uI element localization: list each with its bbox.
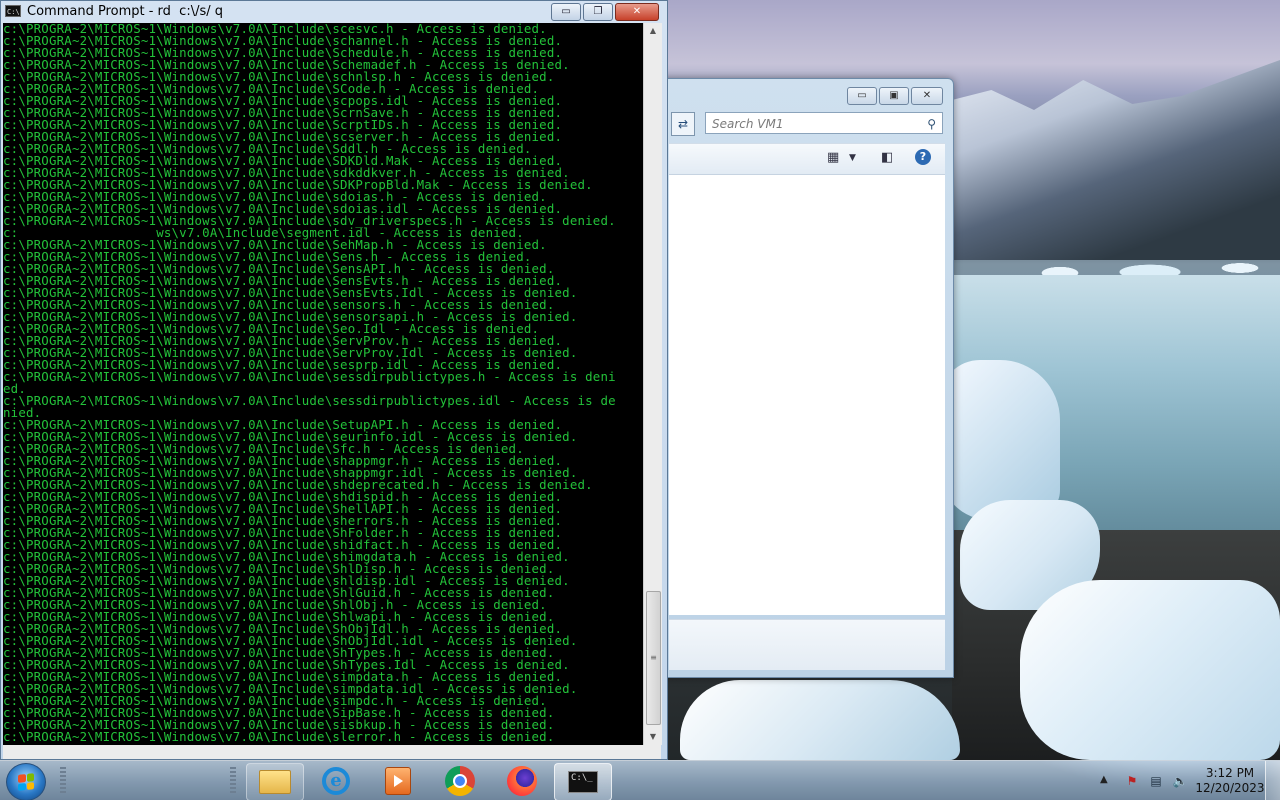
command-prompt-icon: C:\_ (568, 771, 598, 793)
explorer-window-controls: ▭ ▣ ✕ (847, 87, 943, 105)
explorer-minimize-button[interactable]: ▭ (847, 87, 877, 105)
details-pane (669, 619, 945, 670)
console-text: c:\PROGRA~2\MICROS~1\Windows\v7.0A\Inclu… (3, 23, 643, 743)
taskbar-cmd-button[interactable]: C:\_ (554, 763, 612, 800)
scroll-up-icon[interactable]: ▲ (644, 23, 662, 39)
cmd-window-controls: ▭ ❐ ✕ (551, 3, 659, 21)
console-output[interactable]: c:\PROGRA~2\MICROS~1\Windows\v7.0A\Inclu… (3, 23, 643, 745)
windows-logo-icon (18, 773, 34, 791)
scroll-down-icon[interactable]: ▼ (644, 729, 662, 745)
refresh-icon[interactable]: ⇄ (671, 112, 695, 136)
taskbar-chrome-button[interactable] (432, 763, 488, 799)
file-list-area[interactable] (669, 175, 945, 615)
console-line: c:\PROGRA~2\MICROS~1\Windows\v7.0A\Inclu… (3, 393, 616, 408)
search-placeholder: Search VM1 (712, 117, 784, 131)
volume-muted-icon[interactable]: 🔈 (1172, 773, 1188, 789)
taskbar: e C:\_ ▲ ⚑ ▤ 🔈 3:12 PM 12/20/2023 (0, 760, 1280, 800)
search-input[interactable]: Search VM1 ⚲ (705, 112, 943, 134)
internet-explorer-icon: e (322, 767, 350, 795)
cmd-app-icon[interactable]: C:\ (5, 5, 21, 17)
taskbar-explorer-button[interactable] (246, 763, 304, 800)
wallpaper-iceberg (940, 360, 1060, 520)
show-desktop-button[interactable] (1265, 761, 1280, 800)
show-hidden-icons-icon[interactable]: ▲ (1100, 774, 1108, 785)
explorer-window[interactable]: ▭ ▣ ✕ ⇄ Search VM1 ⚲ ▦ ▼ ◧ ? (650, 78, 954, 678)
window-title: Command Prompt - rd c:\/s/ q (27, 4, 223, 19)
command-prompt-window[interactable]: C:\ Command Prompt - rd c:\/s/ q ▭ ❐ ✕ c… (0, 0, 668, 760)
scroll-thumb[interactable]: ≡ (646, 591, 661, 725)
chevron-down-icon[interactable]: ▼ (849, 153, 856, 163)
preview-pane-icon[interactable]: ◧ (881, 150, 893, 165)
explorer-close-button[interactable]: ✕ (911, 87, 943, 105)
folder-icon (259, 770, 291, 794)
taskbar-grip[interactable] (60, 767, 66, 795)
help-icon[interactable]: ? (915, 149, 931, 165)
explorer-toolbar: ▦ ▼ ◧ ? (669, 143, 945, 175)
view-options-icon[interactable]: ▦ (827, 150, 839, 165)
maximize-button[interactable]: ❐ (583, 3, 613, 21)
firefox-icon (507, 766, 537, 796)
chrome-icon (445, 766, 475, 796)
console-line: c:\PROGRA~2\MICROS~1\Windows\v7.0A\Inclu… (3, 369, 616, 384)
console-line: c:\PROGRA~2\MICROS~1\Windows\v7.0A\Inclu… (3, 729, 555, 744)
close-button[interactable]: ✕ (615, 3, 659, 21)
wallpaper-iceberg (1020, 580, 1280, 760)
search-icon[interactable]: ⚲ (927, 113, 936, 135)
wallpaper-mountain (952, 60, 1280, 260)
taskbar-firefox-button[interactable] (494, 763, 550, 799)
network-icon[interactable]: ▤ (1148, 773, 1164, 789)
clock-time: 3:12 PM (1205, 766, 1255, 780)
system-clock[interactable]: 3:12 PM 12/20/2023 (1192, 766, 1268, 796)
taskbar-media-player-button[interactable] (370, 763, 426, 799)
clock-date: 12/20/2023 (1195, 781, 1265, 795)
media-player-icon (385, 767, 411, 795)
start-button[interactable] (6, 763, 46, 800)
explorer-maximize-button[interactable]: ▣ (879, 87, 909, 105)
vertical-scrollbar[interactable]: ▲ ≡ ▼ (643, 23, 662, 745)
title-bar[interactable]: C:\ Command Prompt - rd c:\/s/ q ▭ ❐ ✕ (1, 1, 667, 23)
wallpaper-iceberg (680, 680, 960, 760)
taskbar-ie-button[interactable]: e (308, 763, 364, 799)
action-center-flag-icon[interactable]: ⚑ (1124, 773, 1140, 789)
taskbar-grip[interactable] (230, 767, 236, 795)
minimize-button[interactable]: ▭ (551, 3, 581, 21)
horizontal-scrollbar[interactable] (3, 745, 661, 759)
